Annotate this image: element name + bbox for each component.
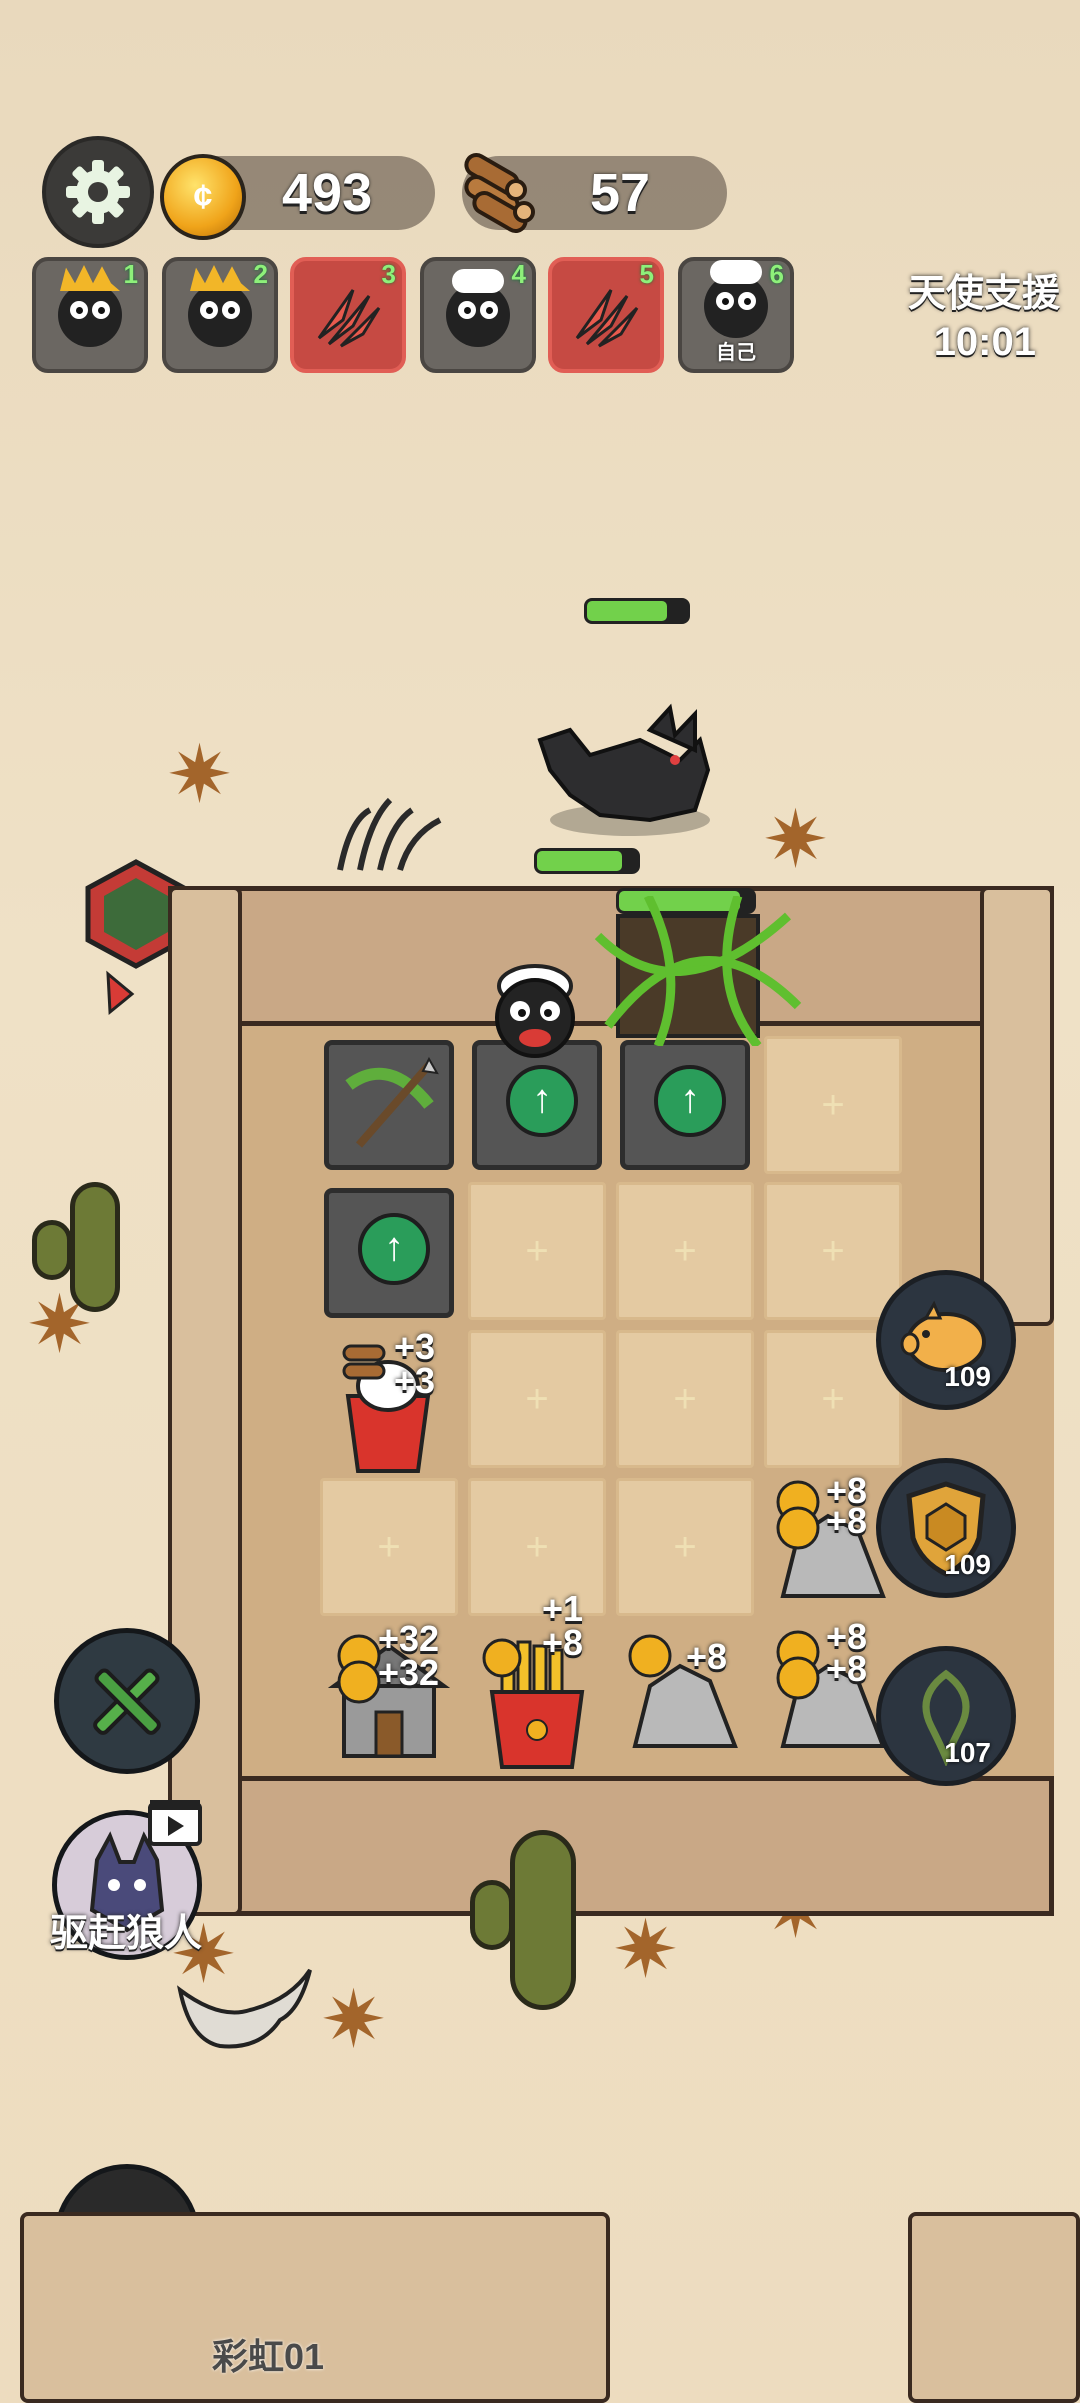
player-slot-5[interactable]: 5 [548, 257, 664, 373]
crossbow-turret[interactable] [324, 1040, 454, 1170]
player-sheep[interactable] [480, 956, 590, 1066]
gear-icon [66, 160, 130, 224]
empty-build-tile[interactable]: + [764, 1182, 902, 1320]
sheep-health-bar [534, 848, 640, 874]
coin-counter: ¢ 493 [160, 154, 435, 240]
coin-count: 493 [282, 163, 373, 223]
shield-count: 109 [944, 1549, 991, 1580]
dry-shrub-decor: ✷ [762, 795, 830, 884]
build-tools-button[interactable] [54, 1628, 200, 1774]
player-slot-number: 2 [253, 259, 268, 289]
empty-build-tile[interactable]: + [764, 1036, 902, 1174]
claw-icon [575, 289, 639, 348]
watch-ad-video-icon [148, 1800, 202, 1846]
wood-counter: 57 [462, 153, 727, 233]
angel-support-title[interactable]: 天使支援 [908, 262, 1060, 317]
wolf-health-bar [584, 598, 690, 624]
wolf-health-fill [587, 601, 667, 621]
fluffy-sheep-icon [704, 260, 768, 338]
coin-icon: ¢ [160, 154, 246, 240]
werewolf-enemy[interactable] [530, 700, 720, 840]
player-slot-number: 1 [123, 259, 138, 289]
left-wall [168, 886, 242, 1916]
coin-rock-mine[interactable] [620, 1626, 750, 1766]
spike-turret-upgradable[interactable]: ↑ [324, 1188, 454, 1318]
spiky-sheep-icon [58, 283, 122, 347]
cactus-decor [510, 1830, 576, 2010]
bull-skull-decor [177, 1968, 312, 2049]
spiky-sheep-icon [188, 283, 252, 347]
empty-build-tile[interactable]: + [320, 1478, 458, 1616]
ribcage-decor [337, 797, 442, 871]
shield-button[interactable]: 109 [876, 1458, 1016, 1598]
coin-gain-text: +8 [826, 1500, 868, 1541]
player-slot-1[interactable]: 1 [32, 257, 148, 373]
player-slot-number: 4 [511, 259, 526, 289]
dry-shrub-decor: ✷ [166, 730, 234, 819]
crossbow-icon [345, 1056, 439, 1148]
piggy-bank-button[interactable]: 109 [876, 1270, 1016, 1410]
cactus-decor [32, 1220, 72, 1280]
claw-icon [317, 289, 381, 348]
self-label: 自己 [716, 342, 756, 364]
right-wall [980, 886, 1054, 1326]
coin-gain-text: +32 [378, 1652, 440, 1693]
player-slot-number: 6 [769, 259, 784, 289]
empty-build-tile[interactable]: + [616, 1182, 754, 1320]
wood-icon [464, 153, 535, 233]
player-slot-number: 3 [381, 259, 396, 289]
coin-gain-text: +8 [826, 1648, 868, 1689]
thorns-button[interactable]: 107 [876, 1646, 1016, 1786]
angel-support-timer: 10:01 [933, 320, 1036, 364]
dry-shrub-decor: ✷ [320, 1975, 388, 2064]
sheep-health-fill [537, 851, 622, 871]
empty-build-tile[interactable]: + [468, 1182, 606, 1320]
hammer-wrench-icon [93, 1668, 161, 1735]
empty-build-tile[interactable]: + [616, 1330, 754, 1468]
empty-build-tile[interactable]: + [616, 1478, 754, 1616]
player-slot-2[interactable]: 2 [162, 257, 278, 373]
player-slot-3[interactable]: 3 [290, 257, 406, 373]
repel-werewolf-label: 驱赶狼人 [50, 1913, 203, 1955]
dry-shrub-decor: ✷ [612, 1905, 680, 1994]
cactus-decor [70, 1182, 120, 1312]
wood-count: 57 [590, 163, 651, 223]
empty-build-tile[interactable]: + [468, 1478, 606, 1616]
empty-build-tile[interactable]: + [468, 1330, 606, 1468]
thorns-count: 107 [944, 1737, 991, 1768]
upgrade-arrow-icon[interactable]: ↑ [506, 1065, 578, 1137]
settings-button[interactable] [42, 136, 154, 248]
fluffy-sheep-icon [446, 269, 510, 347]
player-slot-4[interactable]: 4 [420, 257, 536, 373]
upgrade-arrow-icon[interactable]: ↑ [358, 1213, 430, 1285]
coin-gain-text: +8 [542, 1622, 584, 1663]
bottom-wall [168, 1776, 1054, 1916]
piggy-bank-count: 109 [944, 1361, 991, 1392]
wood-gain-text: +3 [394, 1360, 436, 1401]
neighbor-pen-wall [908, 2212, 1080, 2403]
player-slot-6[interactable]: 6 自己 [678, 257, 794, 373]
neighbor-player-name: 彩虹01 [212, 2336, 325, 2377]
upgrade-arrow-icon[interactable]: ↑ [654, 1065, 726, 1137]
cactus-decor [470, 1880, 514, 1950]
spike-turret-upgradable[interactable]: ↑ [620, 1040, 750, 1170]
coin-gain-text: +8 [686, 1636, 728, 1677]
thorn-barrier[interactable] [588, 896, 808, 1046]
player-slot-number: 5 [639, 259, 654, 289]
